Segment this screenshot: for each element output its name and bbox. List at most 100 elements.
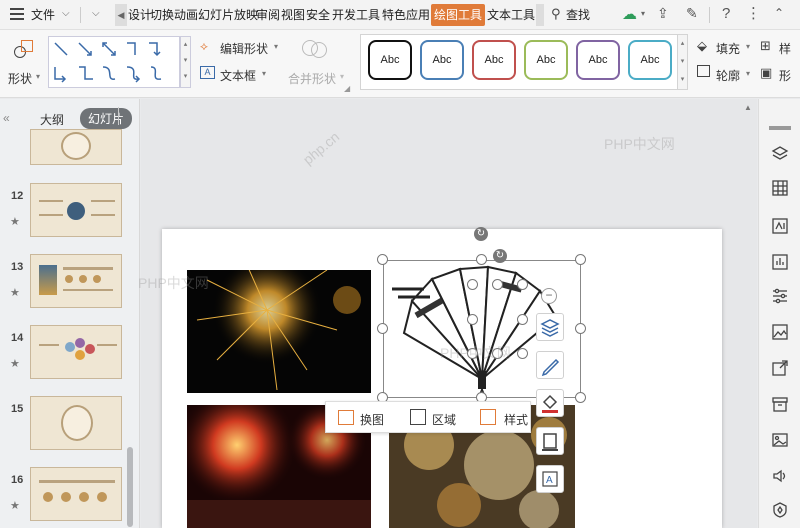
- chart-icon[interactable]: [771, 253, 789, 271]
- shape-gallery[interactable]: [48, 36, 180, 88]
- cloud-sync-icon[interactable]: ☁: [622, 5, 637, 23]
- textbox-button[interactable]: 文本框: [220, 67, 256, 84]
- style-gallery-scrollbar[interactable]: ▴ ▾ ▾: [677, 34, 688, 90]
- resize-handle-left[interactable]: [377, 323, 388, 334]
- fireworks-image-1[interactable]: [187, 270, 371, 393]
- rotate-handle-icon[interactable]: ↻: [474, 227, 488, 241]
- panel-close-button[interactable]: [118, 107, 134, 125]
- resize-handle-right[interactable]: [575, 323, 586, 334]
- tab-animation[interactable]: 动画: [174, 4, 198, 26]
- fill-float-button[interactable]: [536, 389, 564, 417]
- slide-thumbnail-13[interactable]: [30, 254, 122, 308]
- style-preset-6[interactable]: Abc: [628, 40, 672, 80]
- pane-collapse-icon[interactable]: [769, 126, 791, 130]
- outline-float-button[interactable]: [536, 427, 564, 455]
- tab-review[interactable]: 审阅: [256, 4, 280, 26]
- settings-sliders-icon[interactable]: [771, 287, 789, 305]
- tab-text-tools[interactable]: 文本工具: [487, 4, 535, 26]
- slide-thumbnail-12[interactable]: [30, 183, 122, 237]
- layer-float-button[interactable]: [536, 313, 564, 341]
- more-icon[interactable]: ⋮: [746, 4, 761, 22]
- canvas-scrollbar[interactable]: ▲: [744, 103, 752, 117]
- inner-handle[interactable]: [467, 348, 478, 359]
- region-button[interactable]: 区域: [432, 411, 456, 428]
- gallery-scrollbar[interactable]: ▴ ▾ ▾: [180, 36, 191, 88]
- resize-handle-bottom-right[interactable]: [575, 392, 586, 403]
- picture-edit-icon[interactable]: [771, 323, 789, 341]
- tab-security[interactable]: 安全: [306, 4, 330, 26]
- edit-shape-button[interactable]: 编辑形状: [220, 40, 268, 57]
- collapse-float-icon[interactable]: −: [541, 288, 557, 304]
- right-task-pane: [758, 99, 800, 528]
- inner-handle[interactable]: [492, 348, 503, 359]
- archive-icon[interactable]: [771, 395, 789, 413]
- replace-picture-button[interactable]: 换图: [360, 411, 384, 428]
- tab-design[interactable]: 设计: [128, 4, 152, 26]
- resize-handle-top[interactable]: [476, 254, 487, 265]
- style-button-cut[interactable]: 样: [779, 40, 791, 57]
- audio-icon[interactable]: [771, 467, 789, 485]
- image-icon[interactable]: [771, 431, 789, 449]
- scroll-tabs-left-button[interactable]: ◀: [115, 4, 127, 26]
- tab-special[interactable]: 特色应用: [382, 4, 430, 26]
- collapse-panel-icon[interactable]: «: [3, 111, 10, 125]
- hamburger-menu-icon[interactable]: [10, 8, 24, 20]
- outline-button[interactable]: 轮廓: [716, 67, 740, 84]
- shape-layers-icon[interactable]: [771, 143, 789, 161]
- merge-shape-button[interactable]: 合并形状: [288, 70, 336, 87]
- inner-handle[interactable]: [517, 314, 528, 325]
- slide-thumbnail-14[interactable]: [30, 325, 122, 379]
- shape-button[interactable]: 形状 ▾: [6, 36, 44, 88]
- tab-drawing-tools[interactable]: 绘图工具: [431, 4, 486, 26]
- text-float-button[interactable]: A: [536, 465, 564, 493]
- help-icon[interactable]: ?: [722, 5, 730, 22]
- tab-view[interactable]: 视图: [281, 4, 305, 26]
- shield-icon[interactable]: [771, 501, 789, 519]
- style-preset-1[interactable]: Abc: [368, 40, 412, 80]
- tab-outline[interactable]: 大纲: [40, 111, 64, 128]
- rotate-handle-icon[interactable]: ↻: [493, 249, 507, 263]
- group-expand-icon[interactable]: ◢: [344, 84, 350, 93]
- scroll-tabs-right-button[interactable]: [536, 4, 544, 26]
- search-button[interactable]: 查找: [566, 4, 590, 26]
- ai-layout-icon[interactable]: [771, 217, 789, 235]
- slide-thumbnail-15[interactable]: [30, 396, 122, 450]
- style-preset-2[interactable]: Abc: [420, 40, 464, 80]
- share-icon[interactable]: ⇪: [657, 5, 669, 22]
- chevron-down-icon[interactable]: ⌵: [62, 8, 70, 19]
- file-menu[interactable]: 文件: [31, 4, 55, 26]
- search-icon[interactable]: ⚲: [551, 6, 561, 22]
- collapse-ribbon-icon[interactable]: ⌃: [774, 6, 784, 20]
- slide-thumbnail-11[interactable]: [30, 129, 122, 165]
- style-button[interactable]: 样式: [504, 411, 528, 428]
- slide-thumbnail-16[interactable]: [30, 467, 122, 521]
- pen-float-button[interactable]: [536, 351, 564, 379]
- paint-bucket-icon: [542, 394, 558, 413]
- inner-handle[interactable]: [467, 279, 478, 290]
- style-preset-3[interactable]: Abc: [472, 40, 516, 80]
- inner-handle[interactable]: [517, 348, 528, 359]
- table-icon[interactable]: [771, 179, 789, 197]
- quick-access-dropdown-icon[interactable]: ⌵: [92, 8, 100, 19]
- tab-slideshow[interactable]: 幻灯片放映: [198, 4, 258, 26]
- inner-handle[interactable]: [492, 279, 503, 290]
- slide-number: 15: [11, 403, 24, 415]
- chevron-down-icon: ▾: [746, 69, 751, 78]
- style-preset-5[interactable]: Abc: [576, 40, 620, 80]
- edit-icon[interactable]: ✎: [686, 5, 698, 22]
- chevron-down-icon[interactable]: ▾: [641, 9, 645, 18]
- tab-transition[interactable]: 切换: [150, 4, 174, 26]
- inner-handle[interactable]: [467, 314, 478, 325]
- effect-button-cut[interactable]: 形: [779, 67, 791, 84]
- ribbon: 形状 ▾ ▴ ▾ ▾ ⟡ 编辑形状 ▾ A 文本框 ▾ 合并形状 ▾ ◢ Abc…: [0, 30, 800, 98]
- style-icon: [480, 409, 496, 425]
- resize-handle-top-left[interactable]: [377, 254, 388, 265]
- slide[interactable]: ↻ ↻ − A 换图 区域 样式: [162, 227, 722, 528]
- tab-developer[interactable]: 开发工具: [332, 4, 380, 26]
- panel-scrollbar[interactable]: [127, 447, 133, 527]
- export-icon[interactable]: [771, 359, 789, 377]
- resize-handle-top-right[interactable]: [575, 254, 586, 265]
- style-preset-4[interactable]: Abc: [524, 40, 568, 80]
- fill-button[interactable]: 填充: [716, 40, 740, 57]
- inner-handle[interactable]: [517, 279, 528, 290]
